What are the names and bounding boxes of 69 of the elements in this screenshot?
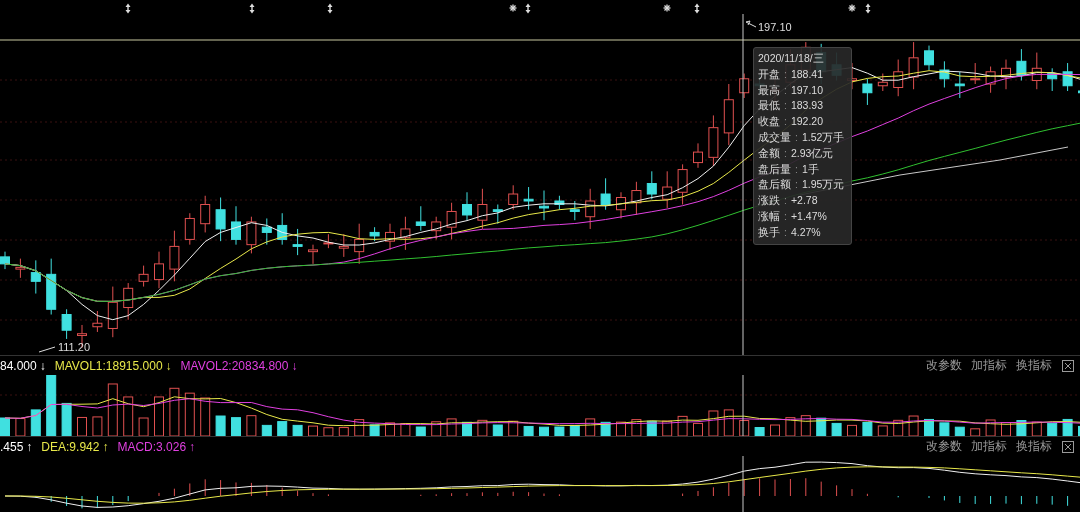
tooltip-separator: : — [795, 130, 798, 145]
low-price-label: 111.20 — [58, 341, 90, 353]
tooltip-label: 盘后额 — [758, 177, 791, 193]
tooltip-separator: : — [784, 98, 787, 114]
crosshair-line — [742, 456, 744, 512]
tooltip-value: +2.78 — [790, 193, 818, 209]
trend-arrow: ↓ — [291, 358, 298, 373]
up-down-arrow-icon[interactable] — [125, 3, 131, 14]
close-icon[interactable] — [1062, 440, 1074, 453]
tooltip-separator: : — [795, 177, 798, 193]
tooltip-separator: : — [784, 114, 787, 130]
up-down-arrow-icon[interactable] — [694, 3, 700, 14]
tooltip-label: 成交量 — [758, 130, 791, 145]
tooltip-value: 192.20 — [790, 114, 824, 130]
indicator-value: 84.000 — [0, 358, 37, 373]
up-down-arrow-icon[interactable] — [865, 3, 871, 14]
tooltip-label: 收盘 — [758, 114, 780, 130]
tooltip-value: 183.93 — [790, 98, 824, 114]
high-price-label: 197.10 — [758, 21, 792, 33]
asterisk-icon[interactable] — [847, 3, 857, 13]
tooltip-label: 换手 — [758, 224, 780, 240]
tooltip-value: 1.52万手 — [801, 130, 845, 145]
up-down-arrow-icon[interactable] — [525, 3, 531, 14]
tooltip-label: 盘后量 — [758, 161, 791, 177]
leader-line — [38, 346, 56, 353]
indicator-value: .455 — [0, 439, 24, 454]
tooltip-separator: : — [784, 145, 787, 161]
close-icon[interactable] — [1062, 359, 1074, 372]
crosshair-line — [742, 375, 744, 436]
indicator-button[interactable]: 加指标 — [968, 438, 1010, 455]
trend-arrow: ↓ — [39, 358, 46, 373]
tooltip-value: 1.95万元 — [801, 177, 845, 193]
tooltip-value: 188.41 — [790, 66, 824, 82]
tooltip-separator: : — [784, 193, 787, 209]
trend-arrow: ↑ — [102, 439, 109, 454]
up-down-arrow-icon[interactable] — [327, 3, 333, 14]
tooltip-value: +1.47% — [790, 208, 827, 224]
asterisk-icon[interactable] — [508, 3, 518, 13]
trend-arrow: ↓ — [165, 358, 172, 373]
tooltip-label: 金额 — [758, 145, 780, 161]
up-down-arrow-icon[interactable] — [249, 3, 255, 14]
trend-arrow: ↑ — [189, 439, 196, 454]
asterisk-icon[interactable] — [662, 3, 672, 13]
indicator-value: MAVOL2:20834.800 — [180, 358, 289, 373]
tooltip-value: 197.10 — [790, 82, 824, 98]
tooltip-value: 4.27% — [790, 224, 821, 240]
indicator-button[interactable]: 加指标 — [968, 357, 1010, 374]
tooltip-separator: : — [784, 208, 787, 224]
tooltip-date: 2020/11/18/三 — [758, 51, 825, 66]
tooltip-label: 涨跌 — [758, 193, 780, 209]
tooltip-label: 涨幅 — [758, 208, 780, 224]
tooltip-separator: : — [784, 224, 787, 240]
tooltip-value: 1手 — [801, 161, 819, 177]
indicator-button[interactable]: 改参数 — [923, 438, 965, 455]
indicator-value: MACD:3.026 — [117, 439, 187, 454]
tooltip-separator: : — [784, 82, 787, 98]
indicator-button[interactable]: 换指标 — [1013, 357, 1055, 374]
tooltip-label: 最低 — [758, 98, 780, 114]
indicator-value: MAVOL1:18915.000 — [54, 358, 163, 373]
tooltip-separator: : — [784, 66, 787, 82]
tooltip-separator: : — [795, 161, 798, 177]
leader-line — [745, 20, 757, 28]
indicator-button[interactable]: 换指标 — [1013, 438, 1055, 455]
indicator-value: DEA:9.942 — [41, 439, 100, 454]
tooltip-value: 2.93亿元 — [790, 145, 834, 161]
indicator-button[interactable]: 改参数 — [923, 357, 965, 374]
trend-arrow: ↑ — [26, 439, 33, 454]
tooltip-label: 开盘 — [758, 66, 780, 82]
tooltip-label: 最高 — [758, 82, 780, 98]
